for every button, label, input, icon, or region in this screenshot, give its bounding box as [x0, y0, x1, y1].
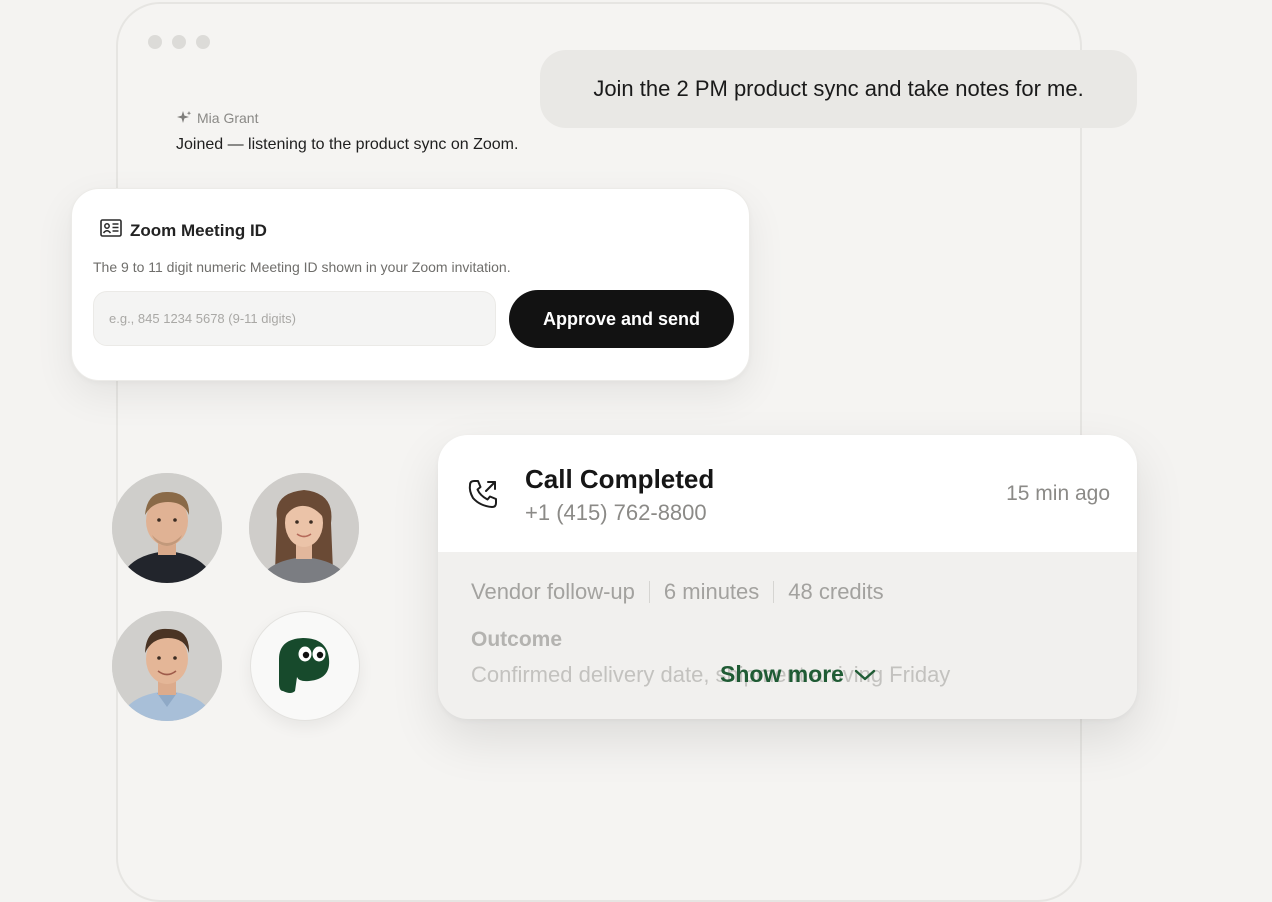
zoom-card-description: The 9 to 11 digit numeric Meeting ID sho… [93, 259, 511, 275]
assistant-message: Mia Grant Joined — listening to the prod… [176, 110, 518, 154]
mascot-logo [250, 611, 360, 721]
zoom-meeting-id-card: Zoom Meeting ID The 9 to 11 digit numeri… [71, 188, 750, 381]
outcome-text: Confirmed delivery date, shipment arrivi… [471, 662, 951, 687]
call-timestamp: 15 min ago [1006, 482, 1110, 505]
window-dot-minimize[interactable] [172, 35, 186, 49]
avatar-person-2 [249, 473, 359, 583]
assistant-message-text: Joined — listening to the product sync o… [176, 136, 519, 153]
approve-and-send-button[interactable]: Approve and send [509, 290, 734, 348]
call-title: Call Completed [525, 464, 715, 494]
phone-outgoing-icon [466, 477, 500, 516]
outcome-label: Outcome [471, 628, 563, 651]
window-controls [148, 35, 210, 49]
assistant-header: Mia Grant [176, 110, 518, 126]
call-meta-row: Vendor follow-up 6 minutes 48 credits [471, 579, 884, 605]
zoom-card-header: Zoom Meeting ID [100, 219, 267, 242]
assistant-name: Mia Grant [197, 110, 259, 126]
meta-divider [648, 581, 650, 603]
show-more-button[interactable]: Show more [720, 661, 876, 688]
window-dot-close[interactable] [148, 35, 162, 49]
call-credits: 48 credits [788, 579, 884, 604]
meta-divider [773, 581, 775, 603]
sparkle-icon [176, 110, 192, 126]
avatar-person-3 [112, 611, 222, 721]
chevron-down-icon [854, 661, 876, 688]
zoom-card-title: Zoom Meeting ID [130, 220, 267, 240]
call-duration: 6 minutes [663, 579, 760, 604]
avatar-person-1 [112, 473, 222, 583]
meeting-id-input[interactable] [93, 291, 496, 346]
id-card-icon [100, 219, 122, 242]
user-message-bubble: Join the 2 PM product sync and take note… [540, 50, 1137, 128]
call-phone-number: +1 (415) 762-8800 [525, 500, 707, 525]
call-card-header: Call Completed +1 (415) 762-8800 15 min … [438, 435, 1137, 552]
call-completed-card[interactable]: Call Completed +1 (415) 762-8800 15 min … [438, 435, 1137, 719]
window-dot-maximize[interactable] [196, 35, 210, 49]
show-more-label: Show more [720, 661, 844, 687]
call-purpose: Vendor follow-up [471, 579, 635, 604]
user-message-text: Join the 2 PM product sync and take note… [593, 76, 1084, 101]
